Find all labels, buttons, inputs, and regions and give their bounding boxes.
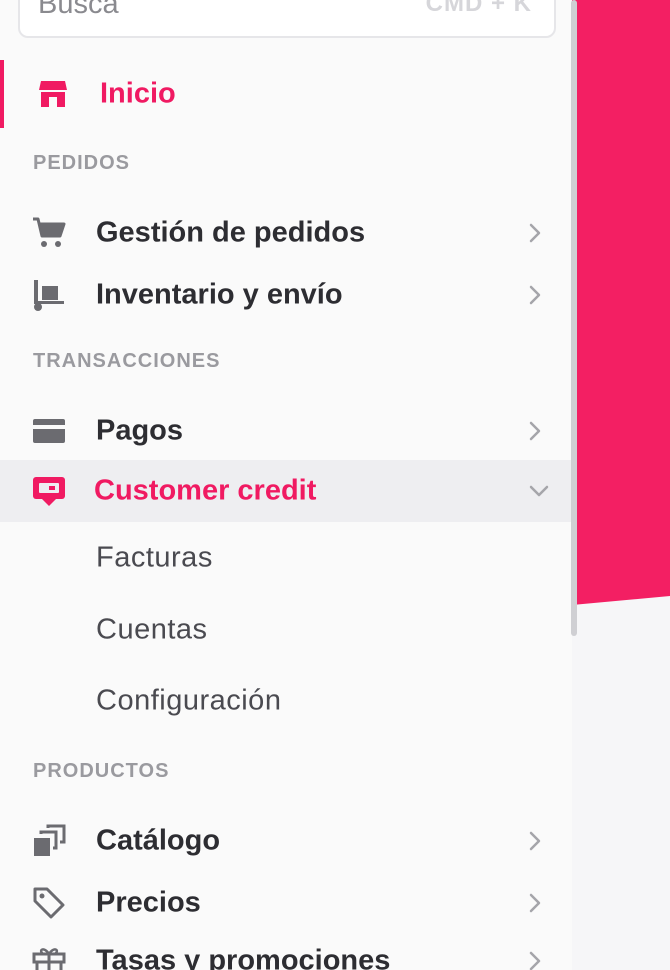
sidebar-item-label: Pagos	[96, 414, 184, 447]
store-icon	[36, 77, 70, 111]
sidebar-item-label: Gestión de pedidos	[96, 216, 366, 249]
sidebar-item-precios[interactable]: Precios	[0, 872, 572, 934]
cart-icon	[32, 216, 66, 250]
sidebar-item-pagos[interactable]: Pagos	[0, 400, 572, 462]
chevron-right-icon	[529, 951, 541, 970]
sidebar-subitem-label: Facturas	[96, 541, 213, 574]
sidebar: Busca CMD + K Inicio PEDIDOS Gestión de …	[0, 0, 572, 970]
chevron-right-icon	[529, 223, 541, 243]
chevron-right-icon	[529, 831, 541, 851]
chevron-right-icon	[529, 421, 541, 441]
sidebar-item-catalogo[interactable]: Catálogo	[0, 810, 572, 872]
section-title-productos: PRODUCTOS	[33, 760, 170, 782]
section-title-transacciones: TRANSACCIONES	[33, 350, 221, 372]
hero-banner	[572, 0, 670, 605]
chevron-right-icon	[529, 285, 541, 305]
gift-icon	[32, 944, 66, 970]
search-shortcut-hint: CMD + K	[425, 0, 532, 17]
sidebar-subitem-label: Cuentas	[96, 613, 208, 646]
sidebar-item-inventario-envio[interactable]: Inventario y envío	[0, 264, 572, 326]
chevron-right-icon	[529, 893, 541, 913]
sidebar-item-label: Inventario y envío	[96, 278, 343, 311]
price-tag-icon	[32, 886, 66, 920]
sidebar-item-label: Customer credit	[94, 474, 317, 507]
main-content-area	[572, 0, 670, 970]
sidebar-item-gestion-pedidos[interactable]: Gestión de pedidos	[0, 202, 572, 264]
sidebar-item-customer-credit[interactable]: Customer credit	[0, 460, 572, 522]
section-title-pedidos: PEDIDOS	[33, 152, 131, 174]
sidebar-item-label: Tasas y promociones	[96, 944, 391, 970]
app-page: Busca CMD + K Inicio PEDIDOS Gestión de …	[0, 0, 670, 970]
sidebar-scrollbar[interactable]	[571, 0, 577, 636]
sidebar-item-label: Precios	[96, 886, 201, 919]
sidebar-item-inicio[interactable]: Inicio	[0, 60, 572, 128]
sidebar-item-label: Inicio	[100, 77, 176, 110]
sidebar-item-label: Catálogo	[96, 824, 221, 857]
active-indicator	[0, 60, 4, 128]
sidebar-subitem-label: Configuración	[96, 684, 282, 717]
search-input[interactable]: Busca CMD + K	[18, 0, 556, 38]
sidebar-subitem-configuracion[interactable]: Configuración	[0, 671, 572, 731]
search-placeholder: Busca	[38, 0, 119, 20]
credit-card-icon	[32, 414, 66, 448]
hand-truck-icon	[32, 278, 66, 312]
customer-credit-icon	[32, 474, 66, 508]
sidebar-subitem-cuentas[interactable]: Cuentas	[0, 600, 572, 660]
sidebar-subitem-facturas[interactable]: Facturas	[0, 528, 572, 588]
sidebar-item-tasas-promociones[interactable]: Tasas y promociones	[0, 930, 572, 970]
chevron-down-icon	[529, 485, 549, 497]
catalog-icon	[32, 824, 66, 858]
